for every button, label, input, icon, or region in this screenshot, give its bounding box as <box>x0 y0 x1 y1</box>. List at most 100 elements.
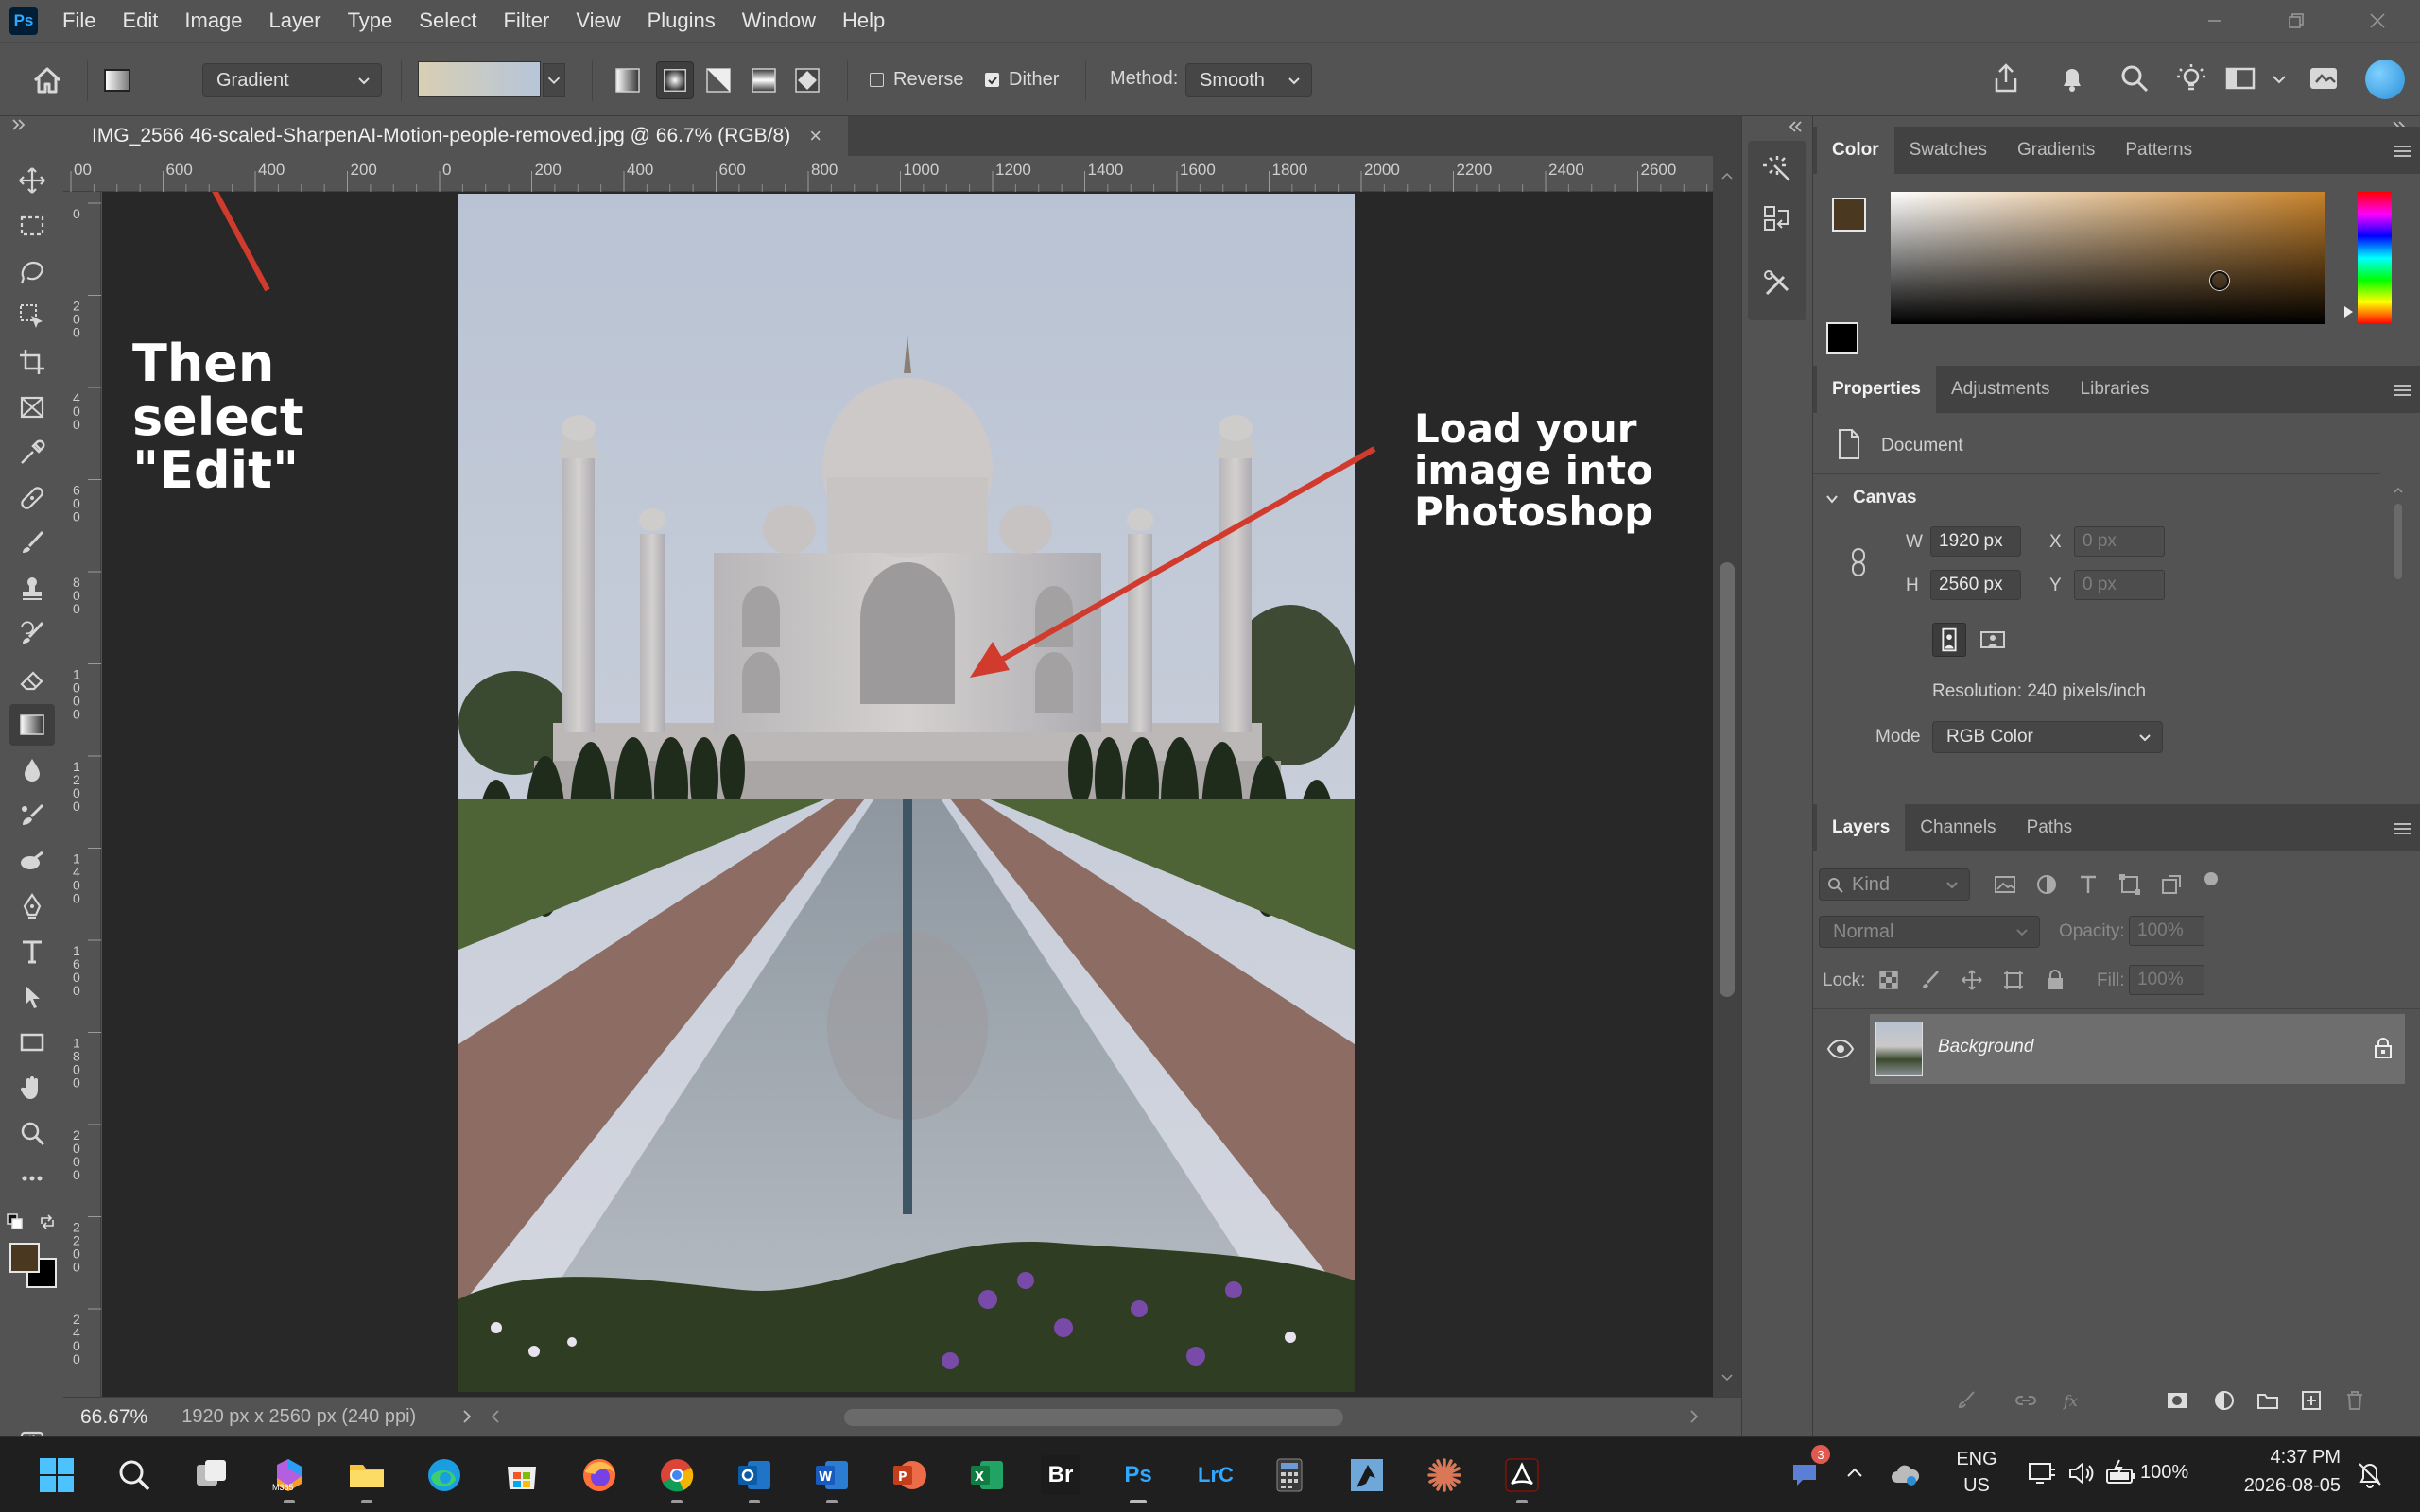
collapse-panels-icon[interactable] <box>1786 118 1805 135</box>
tab-patterns[interactable]: Patterns <box>2110 127 2207 174</box>
language-top[interactable]: ENG <box>1953 1449 2000 1470</box>
eyedropper-tool[interactable] <box>9 432 55 473</box>
default-colors-icon[interactable] <box>6 1212 25 1231</box>
gradient-tool-preset-icon[interactable] <box>102 65 134 95</box>
type-tool[interactable] <box>9 931 55 972</box>
scroll-down-icon[interactable] <box>1720 1371 1735 1384</box>
hue-slider-handle[interactable] <box>2342 305 2354 318</box>
dodge-tool[interactable] <box>9 795 55 836</box>
method-dropdown[interactable]: Smooth <box>1185 63 1312 97</box>
lock-transparent-pixels-icon[interactable] <box>1877 969 1900 991</box>
layer-name[interactable]: Background <box>1938 1037 2033 1057</box>
landscape-orientation-button[interactable] <box>1976 623 2010 657</box>
history-icon[interactable] <box>1761 201 1793 233</box>
rectangle-tool[interactable] <box>9 1022 55 1063</box>
link-layers-icon[interactable] <box>2014 1388 2038 1413</box>
reverse-checkbox[interactable]: Reverse <box>870 69 963 91</box>
panel-menu-icon[interactable] <box>2392 144 2412 159</box>
add-style-fx-icon[interactable]: fx <box>2061 1388 2085 1413</box>
height-field[interactable]: 2560 px <box>1930 570 2021 600</box>
move-tool[interactable] <box>9 160 55 201</box>
healing-brush-tool[interactable] <box>9 477 55 519</box>
lock-position-icon[interactable] <box>1961 969 1983 991</box>
fill-field[interactable]: 100% <box>2129 965 2204 995</box>
angle-gradient-icon[interactable] <box>703 65 734 95</box>
notification-bell-icon[interactable] <box>2055 61 2089 95</box>
color-panel-background-swatch[interactable] <box>1826 322 1858 354</box>
clock-date[interactable]: 2026-08-05 <box>2208 1475 2341 1497</box>
linear-gradient-icon[interactable] <box>613 65 643 95</box>
show-hidden-icons-chevron[interactable] <box>1843 1462 1866 1485</box>
horizontal-scroll-thumb[interactable] <box>844 1409 1343 1426</box>
search-icon[interactable] <box>2118 61 2152 95</box>
panel-menu-icon[interactable] <box>2392 383 2412 398</box>
word-app[interactable]: W <box>805 1449 858 1503</box>
filter-pixel-icon[interactable] <box>1993 872 2017 897</box>
foreground-color-swatch[interactable] <box>9 1243 40 1273</box>
tab-channels[interactable]: Channels <box>1905 804 2011 851</box>
outlook-app[interactable] <box>728 1449 781 1503</box>
file-explorer-app[interactable] <box>340 1449 393 1503</box>
add-mask-icon[interactable] <box>2165 1388 2189 1413</box>
lock-artboard-icon[interactable] <box>2002 969 2025 991</box>
zoom-tool[interactable] <box>9 1112 55 1154</box>
color-panel-foreground-swatch[interactable] <box>1832 198 1866 232</box>
edge-browser-app[interactable] <box>418 1449 471 1502</box>
hue-slider[interactable] <box>2358 192 2392 324</box>
opacity-field[interactable]: 100% <box>2129 916 2204 946</box>
brush-mask-icon[interactable] <box>1955 1388 1979 1413</box>
zoom-level[interactable]: 66.67% <box>80 1406 147 1429</box>
gradient-tool[interactable] <box>9 704 55 746</box>
claude-app[interactable] <box>1418 1449 1471 1502</box>
minimize-button[interactable] <box>2174 0 2256 42</box>
inkscape-app[interactable] <box>1340 1449 1393 1502</box>
tab-gradients[interactable]: Gradients <box>2002 127 2110 174</box>
filter-shape-icon[interactable] <box>2118 872 2142 897</box>
close-window-button[interactable] <box>2337 0 2418 42</box>
network-icon[interactable] <box>2027 1458 2057 1488</box>
eraser-tool[interactable] <box>9 659 55 700</box>
menu-file[interactable]: File <box>62 9 95 33</box>
frame-tool[interactable] <box>9 387 55 428</box>
lock-all-icon[interactable] <box>2044 969 2066 991</box>
user-avatar[interactable] <box>2365 60 2405 99</box>
filter-toggle-icon[interactable] <box>2204 872 2218 885</box>
layer-kind-filter[interactable]: Kind <box>1819 868 1970 901</box>
bridge-app[interactable]: Br <box>1034 1449 1087 1502</box>
diamond-gradient-icon[interactable] <box>792 65 822 95</box>
clone-stamp-tool[interactable] <box>9 568 55 610</box>
color-mode-dropdown[interactable]: RGB Color <box>1932 721 2163 753</box>
menu-select[interactable]: Select <box>419 9 476 33</box>
link-chain-icon[interactable] <box>1847 547 1870 577</box>
gradient-preset-dropdown[interactable]: Gradient <box>202 63 382 97</box>
tab-paths[interactable]: Paths <box>2012 804 2088 851</box>
tab-adjustments[interactable]: Adjustments <box>1936 366 2066 413</box>
chat-app[interactable]: 3 <box>1781 1445 1834 1502</box>
pen-tool[interactable] <box>9 885 55 927</box>
tab-swatches[interactable]: Swatches <box>1894 127 2002 174</box>
scroll-left-icon[interactable] <box>489 1407 502 1426</box>
battery-icon[interactable] <box>2104 1458 2136 1488</box>
filter-type-icon[interactable] <box>2076 872 2100 897</box>
share-icon[interactable] <box>1989 61 2023 95</box>
portrait-orientation-button[interactable] <box>1932 623 1966 657</box>
clock-time[interactable]: 4:37 PM <box>2208 1447 2341 1469</box>
close-tab-icon[interactable]: × <box>809 124 821 148</box>
chrome-app[interactable] <box>650 1449 703 1503</box>
layer-lock-icon[interactable] <box>2373 1037 2394 1059</box>
vertical-scrollbar[interactable] <box>1713 156 1741 1397</box>
cloud-docs-icon[interactable] <box>2307 61 2341 95</box>
hand-tool[interactable] <box>9 1067 55 1108</box>
volume-icon[interactable] <box>2066 1458 2097 1488</box>
tab-color[interactable]: Color <box>1817 127 1894 174</box>
object-selection-tool[interactable] <box>9 296 55 337</box>
new-adjustment-layer-icon[interactable] <box>2212 1388 2237 1413</box>
tab-properties[interactable]: Properties <box>1817 366 1936 413</box>
properties-scrollbar[interactable] <box>2392 483 2405 851</box>
lock-image-pixels-icon[interactable] <box>1919 969 1942 991</box>
menu-type[interactable]: Type <box>348 9 393 33</box>
language-bottom[interactable]: US <box>1953 1475 2000 1497</box>
gradient-picker-swatch[interactable] <box>418 61 541 97</box>
more-tools[interactable] <box>9 1158 55 1199</box>
lightroom-classic-app[interactable]: LrC <box>1189 1449 1242 1502</box>
